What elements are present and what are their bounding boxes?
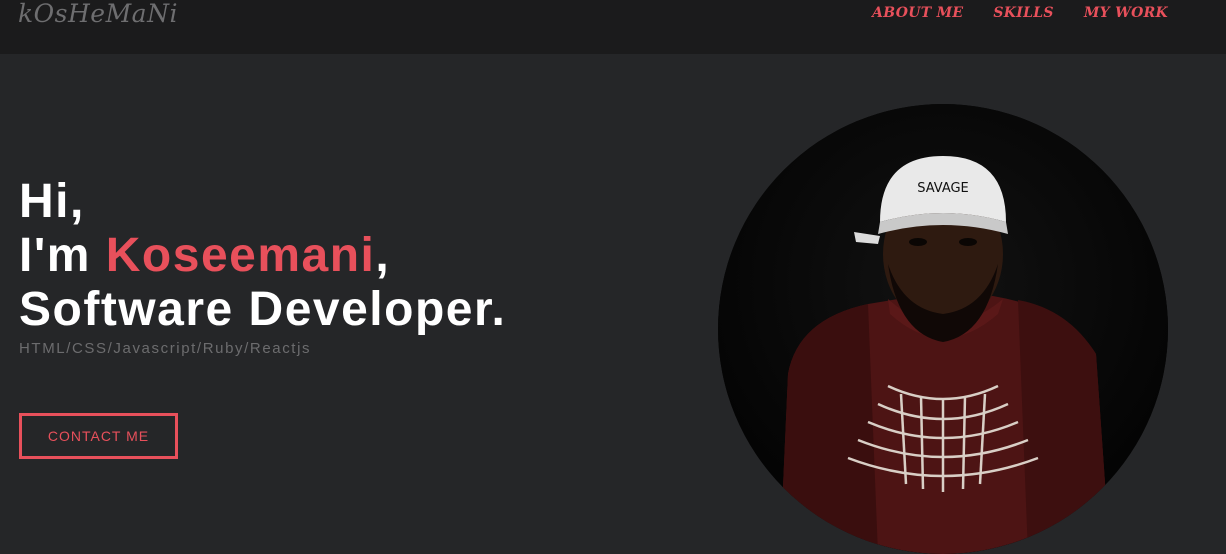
greeting: Hi, <box>19 175 85 228</box>
site-logo[interactable]: kOsHeMaNi <box>18 0 178 28</box>
developer-name: Koseemani <box>105 229 376 282</box>
intro-comma: , <box>375 229 391 282</box>
tech-stack: HTML/CSS/Javascript/Ruby/Reactjs <box>19 340 312 357</box>
contact-me-button[interactable]: CONTACT ME <box>19 413 178 459</box>
job-title: Software Developer. <box>19 283 507 336</box>
nav-link-about-me[interactable]: ABOUT ME <box>872 5 963 21</box>
nav-links: ABOUT ME SKILLS MY WORK <box>872 5 1168 21</box>
nav-link-skills[interactable]: SKILLS <box>993 5 1053 21</box>
nav-link-my-work[interactable]: MY WORK <box>1084 5 1168 21</box>
hero-headline: Hi, I'm Koseemani, Software Developer. <box>19 175 506 337</box>
profile-photo: SAVAGE <box>718 104 1168 554</box>
navbar: kOsHeMaNi ABOUT ME SKILLS MY WORK <box>0 0 1226 54</box>
hero-intro: Hi, I'm Koseemani, Software Developer. H… <box>19 175 506 357</box>
intro-prefix: I'm <box>19 229 106 282</box>
profile-photo-illustration: SAVAGE <box>718 104 1168 554</box>
cap-text: SAVAGE <box>917 181 969 196</box>
